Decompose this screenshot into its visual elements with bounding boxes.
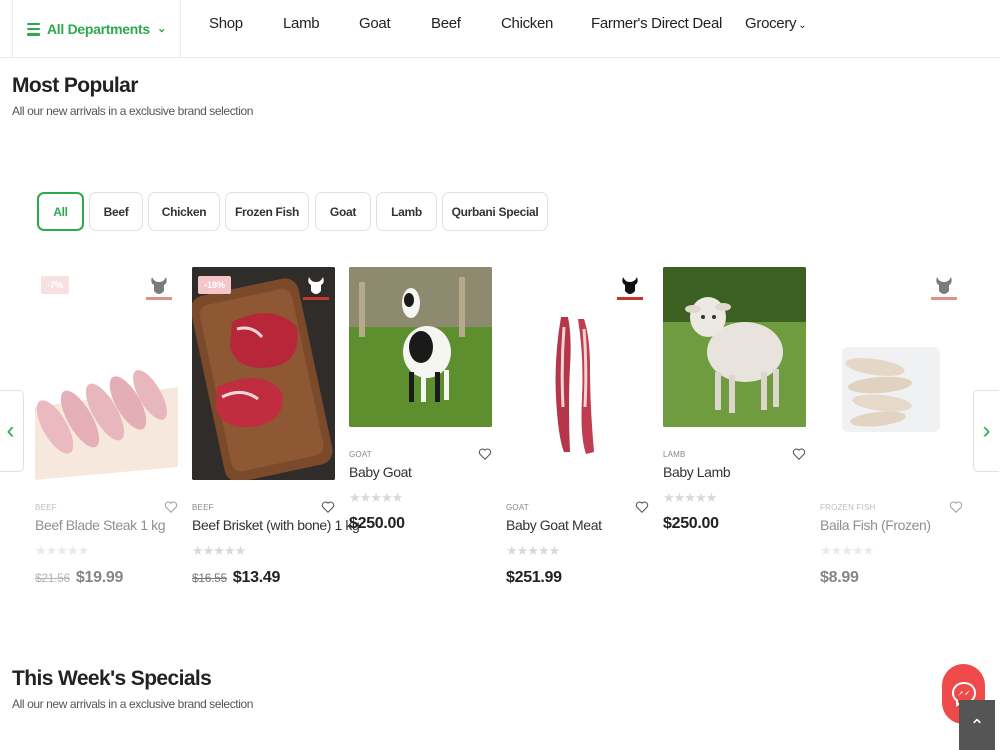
product-name[interactable]: Baby Goat Meat [506, 517, 602, 533]
discount-badge: -7% [41, 276, 70, 294]
rating-stars: ★★★★★ [349, 490, 403, 505]
nav-grocery[interactable]: Grocery ⌄ [745, 15, 807, 32]
most-popular-subtitle: All our new arrivals in a exclusive bran… [12, 104, 254, 118]
product-name[interactable]: Beef Blade Steak 1 kg [35, 517, 166, 533]
filter-lamb[interactable]: Lamb [376, 192, 437, 231]
filter-beef[interactable]: Beef [89, 192, 143, 231]
heart-icon[interactable] [478, 447, 492, 461]
product-image[interactable]: -7% [35, 267, 178, 480]
product-image[interactable]: -18% [192, 267, 335, 480]
nav-goat[interactable]: Goat [359, 15, 391, 32]
product-image[interactable] [506, 267, 649, 480]
nav-shop[interactable]: Shop [209, 15, 243, 32]
product-category: GOAT [349, 450, 372, 459]
chevron-down-icon: ⌄ [157, 23, 166, 35]
chevron-left-icon: ‹ [6, 417, 15, 444]
rating-stars: ★★★★★ [820, 543, 874, 558]
product-image[interactable] [663, 267, 806, 427]
product-price: $250.00 [349, 515, 405, 533]
current-price: $13.49 [232, 569, 281, 586]
all-departments-menu[interactable]: All Departments ⌄ [12, 0, 181, 58]
specials-title: This Week's Specials [12, 667, 212, 690]
product-price: $251.99 [506, 569, 562, 587]
discount-badge: -18% [198, 276, 232, 294]
product-category: FROZEN FISH [820, 503, 876, 512]
heart-icon[interactable] [164, 500, 178, 514]
chevron-down-icon: ⌄ [798, 20, 807, 31]
scroll-to-top-button[interactable]: ⌃ [959, 700, 995, 750]
heart-icon[interactable] [321, 500, 335, 514]
product-price: $16.55 $13.49 [192, 569, 280, 587]
product-category: BEEF [35, 503, 57, 512]
current-price: $250.00 [663, 515, 719, 532]
brand-logo [617, 277, 643, 300]
filter-goat[interactable]: Goat [315, 192, 371, 231]
current-price: $250.00 [349, 515, 405, 532]
specials-subtitle: All our new arrivals in a exclusive bran… [12, 697, 254, 711]
product-name[interactable]: Beef Brisket (with bone) 1 kg [192, 517, 360, 533]
old-price: $21.56 [35, 571, 70, 585]
rating-stars: ★★★★★ [35, 543, 89, 558]
hamburger-icon [27, 22, 40, 36]
rating-stars: ★★★★★ [663, 490, 717, 505]
nav-beef[interactable]: Beef [431, 15, 461, 32]
carousel-prev-button[interactable]: ‹ [0, 390, 24, 472]
brand-logo [146, 277, 172, 300]
current-price: $251.99 [506, 569, 562, 586]
product-name[interactable]: Baila Fish (Frozen) [820, 517, 931, 533]
heart-icon[interactable] [792, 447, 806, 461]
top-navigation: All Departments ⌄ Shop Lamb Goat Beef Ch… [0, 0, 1000, 58]
heart-icon[interactable] [635, 500, 649, 514]
baby-lamb-image [663, 267, 806, 427]
all-departments-label: All Departments [47, 21, 150, 37]
nav-farmers-direct-deal[interactable]: Farmer's Direct Deal [591, 15, 722, 32]
chevron-right-icon: › [982, 417, 991, 444]
rating-stars: ★★★★★ [192, 543, 246, 558]
current-price: $8.99 [820, 569, 859, 586]
arrow-up-icon: ⌃ [969, 715, 985, 736]
product-image[interactable] [349, 267, 492, 427]
rating-stars: ★★★★★ [506, 543, 560, 558]
filter-all[interactable]: All [37, 192, 84, 231]
most-popular-title: Most Popular [12, 74, 138, 97]
brand-logo [303, 277, 329, 300]
heart-icon[interactable] [949, 500, 963, 514]
carousel-next-button[interactable]: › [973, 390, 999, 472]
filter-qurbani-special[interactable]: Qurbani Special [442, 192, 548, 231]
product-category: BEEF [192, 503, 214, 512]
product-image[interactable] [820, 267, 963, 480]
old-price: $16.55 [192, 571, 227, 585]
product-name[interactable]: Baby Goat [349, 464, 412, 480]
product-price: $250.00 [663, 515, 719, 533]
product-category: LAMB [663, 450, 686, 459]
product-price: $21.56 $19.99 [35, 569, 123, 587]
filter-frozen-fish[interactable]: Frozen Fish [225, 192, 309, 231]
product-category: GOAT [506, 503, 529, 512]
nav-chicken[interactable]: Chicken [501, 15, 553, 32]
baby-goat-image [349, 267, 492, 427]
filter-chicken[interactable]: Chicken [148, 192, 220, 231]
current-price: $19.99 [75, 569, 124, 586]
nav-grocery-label: Grocery [745, 15, 797, 32]
product-price: $8.99 [820, 569, 859, 587]
nav-lamb[interactable]: Lamb [283, 15, 320, 32]
brand-logo [931, 277, 957, 300]
product-name[interactable]: Baby Lamb [663, 464, 731, 480]
